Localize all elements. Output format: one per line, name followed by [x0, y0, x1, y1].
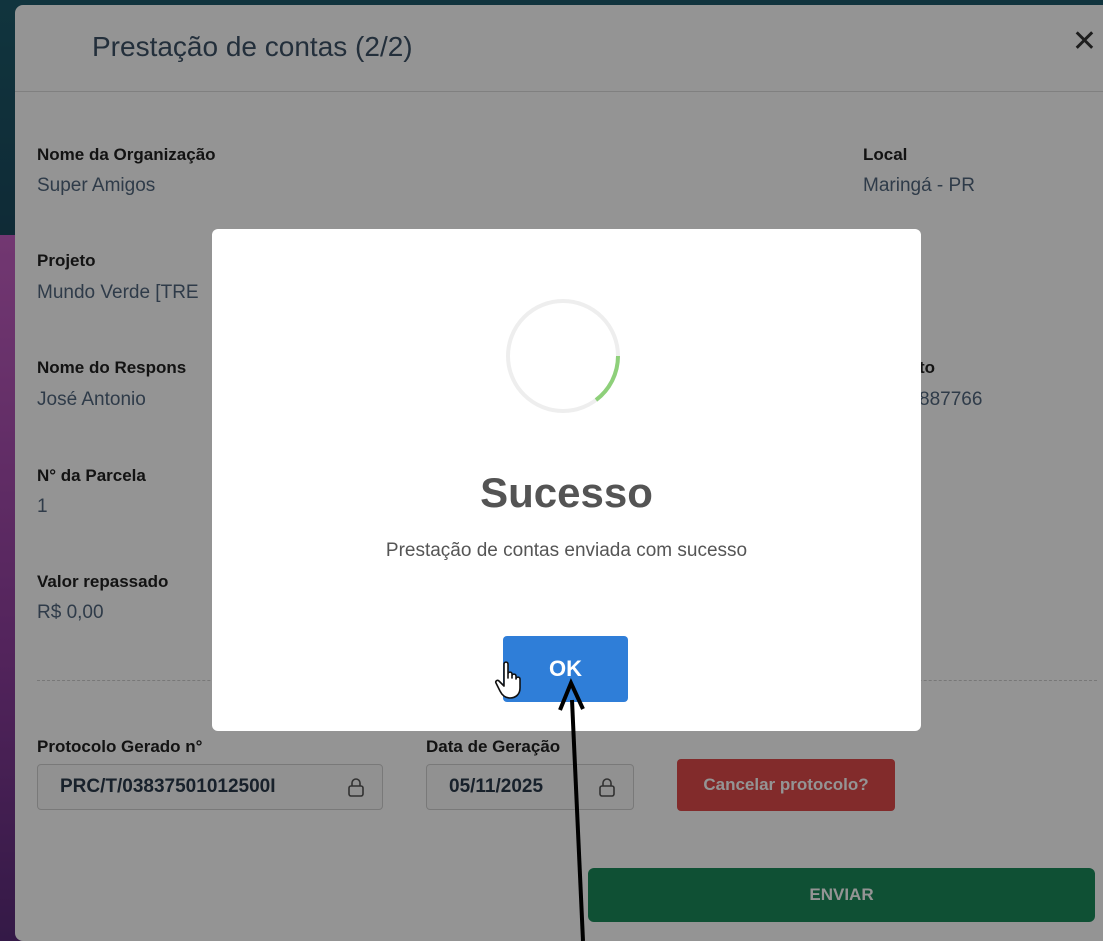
hand-cursor-icon — [494, 661, 521, 699]
success-dialog: Sucesso Prestação de contas enviada com … — [212, 229, 921, 731]
dialog-message: Prestação de contas enviada com sucesso — [385, 540, 748, 561]
success-spinner-icon — [506, 299, 620, 413]
dialog-title: Sucesso — [480, 469, 653, 516]
